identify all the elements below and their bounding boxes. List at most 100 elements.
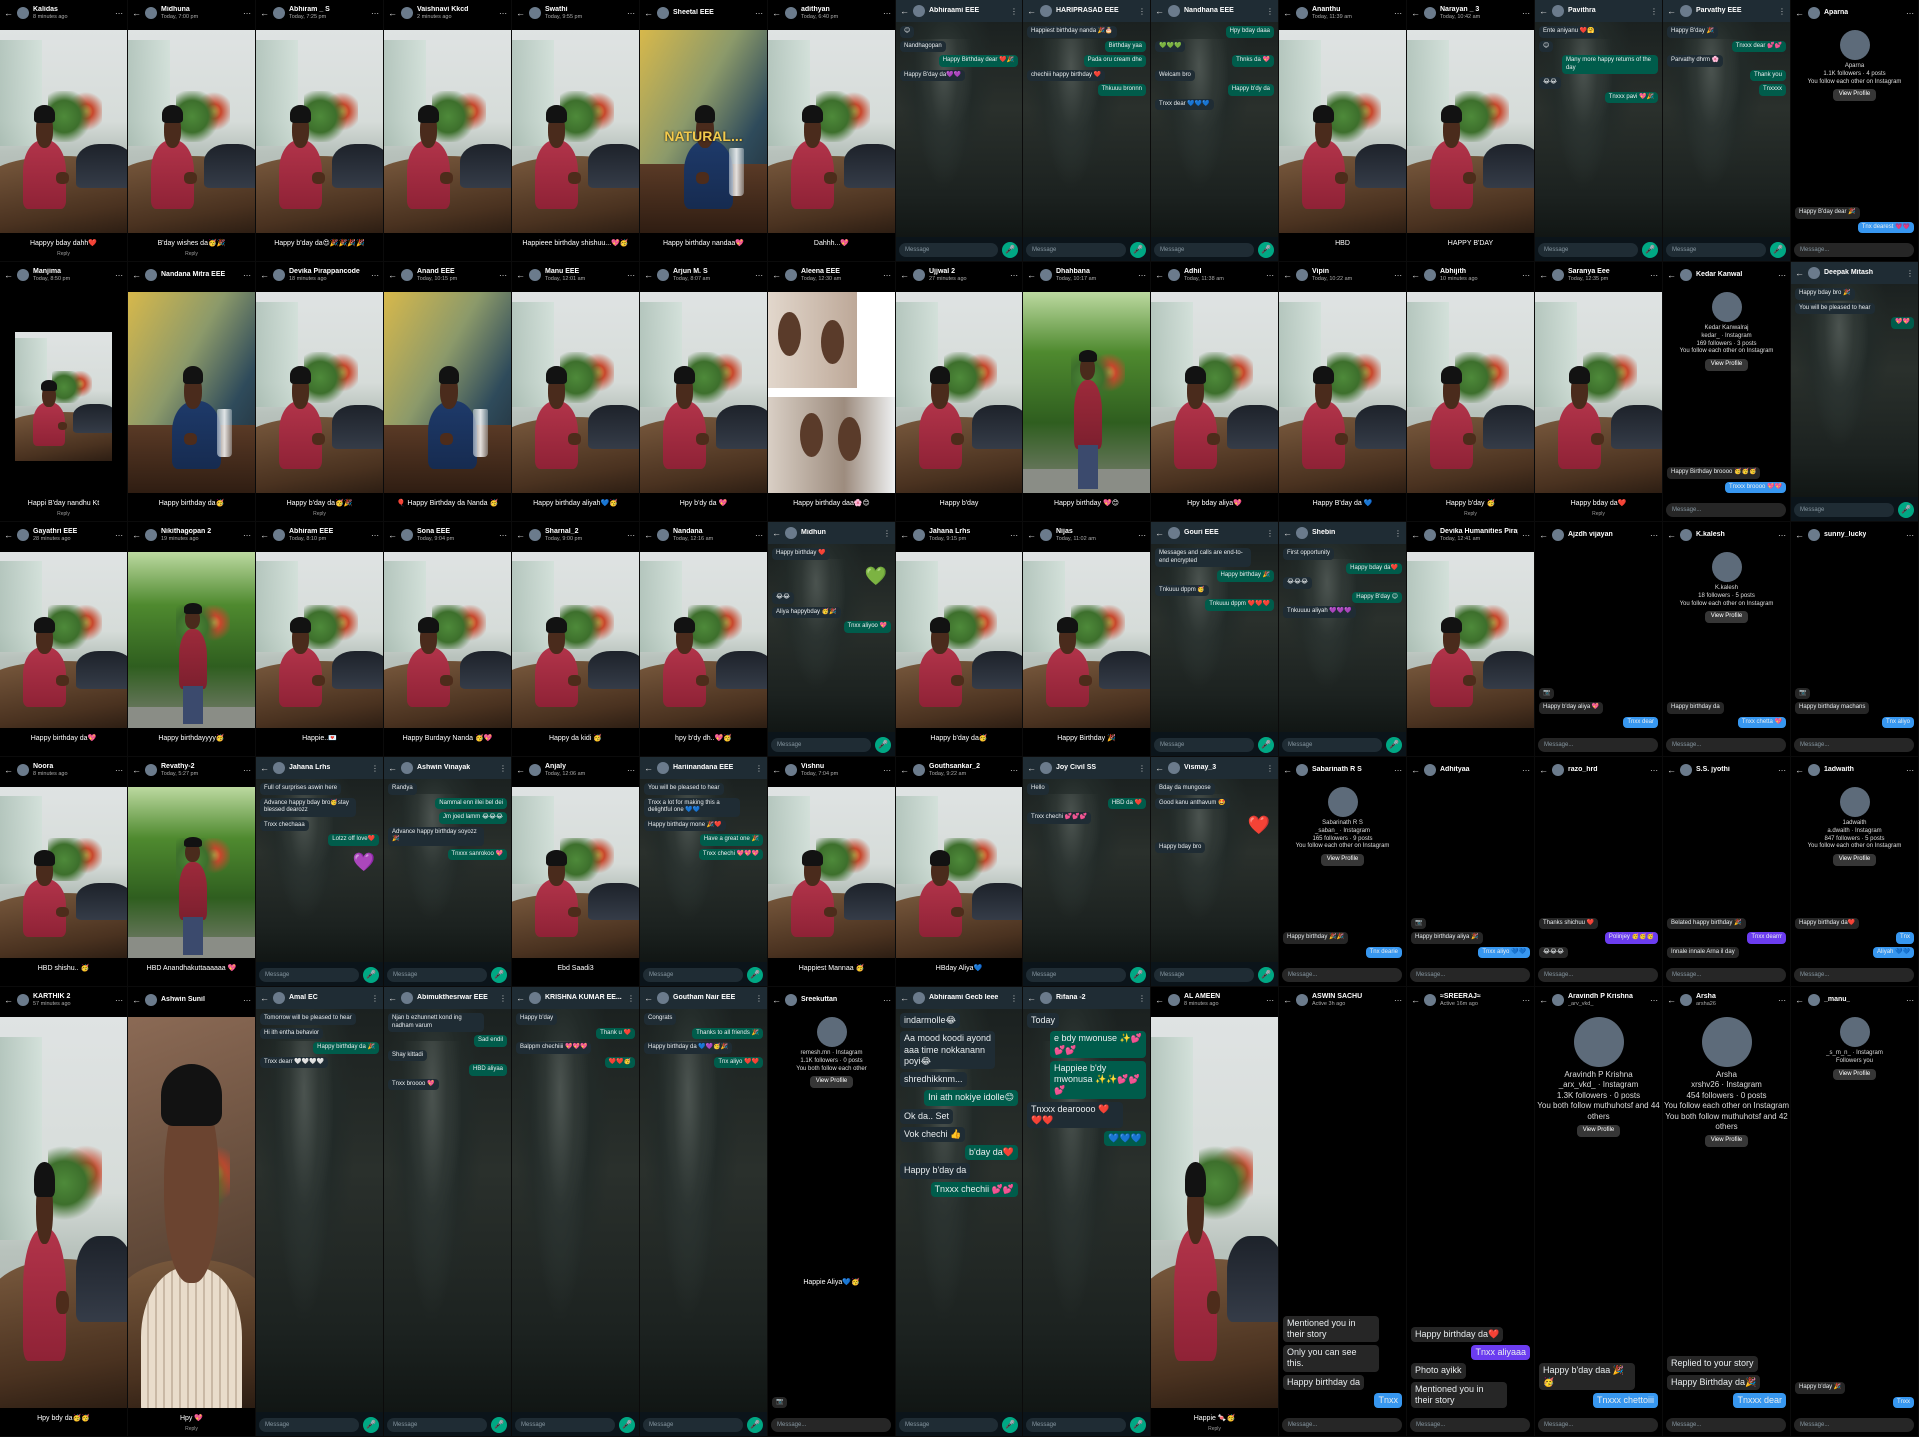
avatar[interactable] (529, 529, 541, 541)
profile-avatar[interactable] (1701, 1017, 1752, 1067)
more-options-icon[interactable]: ⋯ (627, 766, 635, 775)
back-arrow-icon[interactable]: ← (1539, 530, 1548, 540)
avatar[interactable] (1168, 994, 1180, 1006)
more-options-icon[interactable]: ⋮ (755, 994, 763, 1003)
back-arrow-icon[interactable]: ← (1667, 270, 1676, 280)
avatar[interactable] (1040, 529, 1052, 541)
contact-name[interactable]: Anjaly (545, 763, 585, 771)
more-options-icon[interactable]: ⋯ (1778, 271, 1786, 280)
contact-name[interactable]: razo_hrd (1568, 766, 1598, 774)
avatar[interactable] (273, 762, 285, 774)
reply-button[interactable]: Reply (128, 1426, 255, 1432)
mic-icon[interactable]: 🎤 (1258, 242, 1274, 258)
back-arrow-icon[interactable]: ← (260, 8, 269, 18)
avatar[interactable] (1424, 764, 1436, 776)
contact-name[interactable]: Nikithagopan 2 (161, 528, 211, 536)
more-options-icon[interactable]: ⋮ (1266, 764, 1274, 773)
message-input[interactable]: Message... (1282, 1418, 1402, 1432)
contact-name[interactable]: Manjima (33, 268, 70, 276)
more-options-icon[interactable]: ⋮ (755, 764, 763, 773)
avatar[interactable] (1680, 529, 1692, 541)
back-arrow-icon[interactable]: ← (1539, 6, 1548, 16)
avatar[interactable] (17, 529, 29, 541)
back-arrow-icon[interactable]: ← (1027, 993, 1036, 1003)
message-input[interactable]: Message... (1794, 738, 1914, 752)
avatar[interactable] (1424, 7, 1436, 19)
contact-name[interactable]: S.S. jyothi (1696, 766, 1730, 774)
message-input[interactable]: Message (1154, 243, 1254, 257)
back-arrow-icon[interactable]: ← (388, 270, 397, 280)
back-arrow-icon[interactable]: ← (1795, 995, 1804, 1005)
avatar[interactable] (1296, 7, 1308, 19)
avatar[interactable] (401, 992, 413, 1004)
back-arrow-icon[interactable]: ← (1795, 765, 1804, 775)
avatar[interactable] (273, 7, 285, 19)
more-options-icon[interactable]: ⋯ (1906, 531, 1914, 540)
back-arrow-icon[interactable]: ← (1155, 6, 1164, 16)
message-input[interactable]: Message... (1794, 968, 1914, 982)
contact-name[interactable]: Jahana Lrhs (289, 764, 330, 772)
contact-name[interactable]: Jahana Lrhs (929, 528, 970, 536)
more-options-icon[interactable]: ⋯ (115, 996, 123, 1005)
avatar[interactable] (1296, 527, 1308, 539)
avatar[interactable] (1040, 5, 1052, 17)
avatar[interactable] (17, 764, 29, 776)
back-arrow-icon[interactable]: ← (1667, 6, 1676, 16)
back-arrow-icon[interactable]: ← (4, 995, 13, 1005)
mic-icon[interactable]: 🎤 (1130, 967, 1146, 983)
more-options-icon[interactable]: ⋯ (1394, 271, 1402, 280)
avatar[interactable] (913, 992, 925, 1004)
more-options-icon[interactable]: ⋯ (243, 9, 251, 18)
contact-name[interactable]: Ajzdh vijayan (1568, 531, 1613, 539)
contact-name[interactable]: Deepak Mitash (1824, 269, 1873, 277)
message-input[interactable]: Message (259, 1418, 359, 1432)
avatar[interactable] (401, 529, 413, 541)
contact-name[interactable]: Rifana -2 (1056, 994, 1086, 1002)
mic-icon[interactable]: 🎤 (1258, 967, 1274, 983)
mic-icon[interactable]: 🎤 (1130, 242, 1146, 258)
mic-icon[interactable]: 🎤 (491, 967, 507, 983)
more-options-icon[interactable]: ⋮ (371, 994, 379, 1003)
contact-name[interactable]: Parvathy EEE (1696, 7, 1742, 15)
contact-name[interactable]: Abhiram EEE (289, 528, 333, 536)
more-options-icon[interactable]: ⋮ (1138, 7, 1146, 16)
message-input[interactable]: Message... (1538, 1418, 1658, 1432)
contact-name[interactable]: Nandana (673, 528, 713, 536)
message-input[interactable]: Message (515, 1418, 615, 1432)
message-input[interactable]: Message... (1666, 738, 1786, 752)
mic-icon[interactable]: 🎤 (1002, 242, 1018, 258)
back-arrow-icon[interactable]: ← (516, 765, 525, 775)
more-options-icon[interactable]: ⋯ (1650, 996, 1658, 1005)
avatar[interactable] (1680, 269, 1692, 281)
back-arrow-icon[interactable]: ← (644, 530, 653, 540)
avatar[interactable] (529, 7, 541, 19)
avatar[interactable] (1424, 529, 1436, 541)
message-input[interactable]: Message... (1666, 1418, 1786, 1432)
message-input[interactable]: Message (899, 1418, 998, 1432)
avatar[interactable] (145, 7, 157, 19)
more-options-icon[interactable]: ⋯ (1266, 271, 1274, 280)
message-input[interactable]: Message (1282, 738, 1382, 752)
avatar[interactable] (17, 269, 29, 281)
avatar[interactable] (1808, 764, 1820, 776)
contact-name[interactable]: Midhuna (161, 6, 198, 14)
back-arrow-icon[interactable]: ← (1283, 528, 1292, 538)
back-arrow-icon[interactable]: ← (4, 530, 13, 540)
more-options-icon[interactable]: ⋯ (1010, 766, 1018, 775)
contact-name[interactable]: Nandhana EEE (1184, 7, 1234, 15)
message-input[interactable]: Message... (1538, 968, 1658, 982)
mic-icon[interactable]: 🎤 (1002, 1417, 1018, 1433)
contact-name[interactable]: ≈SREERAJ≈ (1440, 993, 1481, 1001)
back-arrow-icon[interactable]: ← (132, 8, 141, 18)
more-options-icon[interactable]: ⋯ (1906, 996, 1914, 1005)
contact-name[interactable]: Goutham Nair EEE (673, 994, 735, 1002)
avatar[interactable] (1552, 994, 1564, 1006)
contact-name[interactable]: _manu_ (1824, 996, 1850, 1004)
back-arrow-icon[interactable]: ← (1027, 530, 1036, 540)
contact-name[interactable]: sunny_lucky (1824, 531, 1866, 539)
back-arrow-icon[interactable]: ← (4, 8, 13, 18)
back-arrow-icon[interactable]: ← (772, 765, 781, 775)
contact-name[interactable]: Joy Civil SS (1056, 764, 1096, 772)
avatar[interactable] (657, 269, 669, 281)
avatar[interactable] (785, 7, 797, 19)
